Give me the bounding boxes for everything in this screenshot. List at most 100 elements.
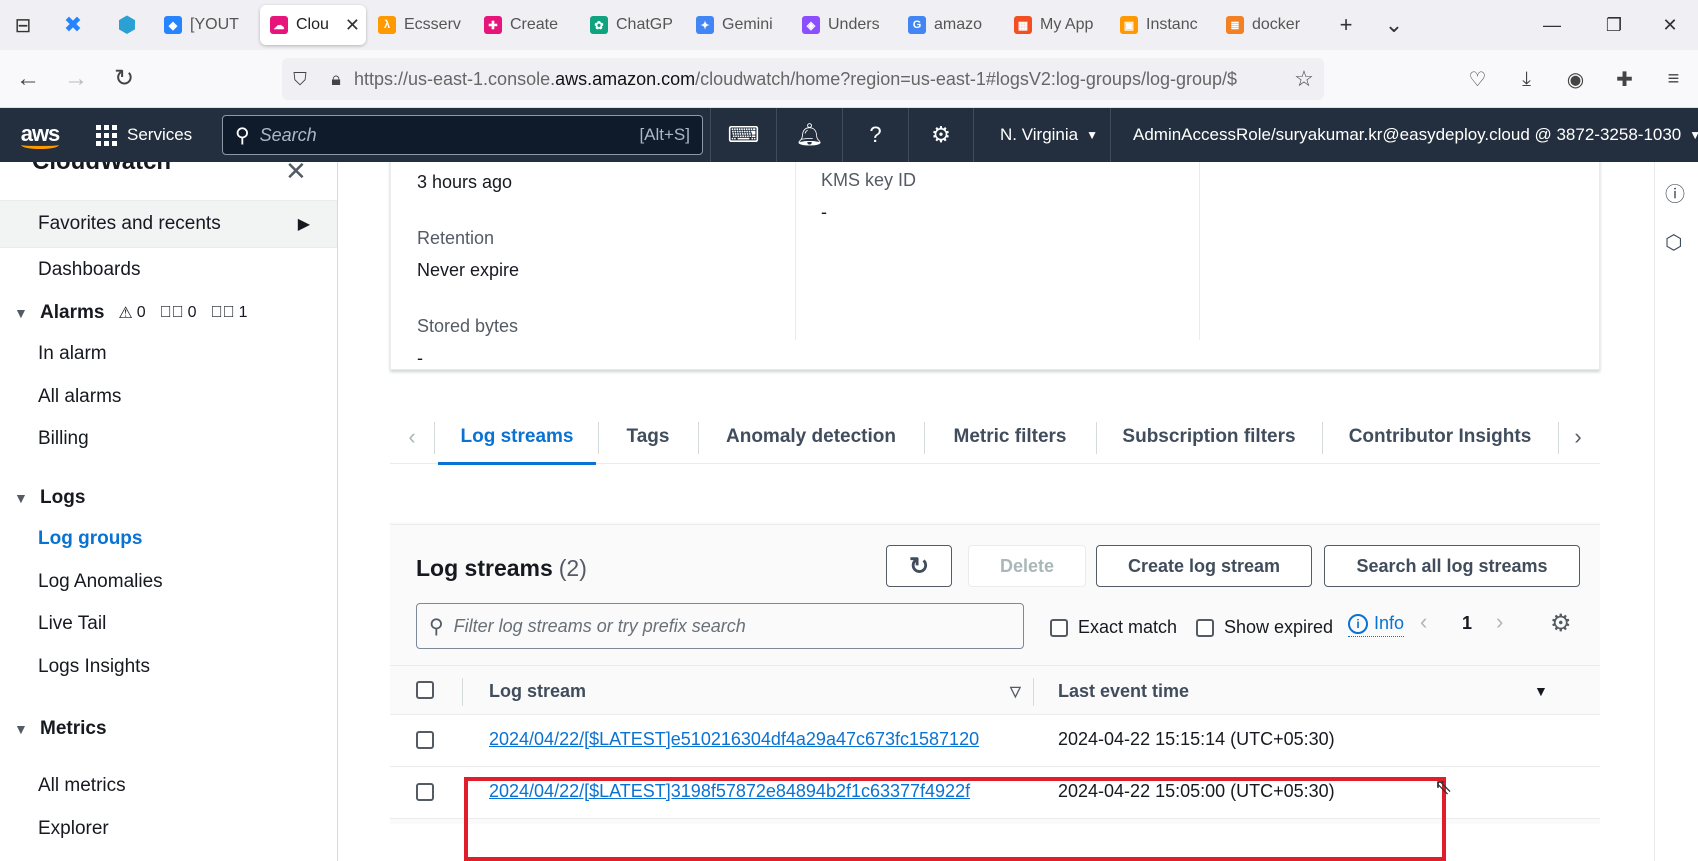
close-tab-icon[interactable]: ✕ — [345, 15, 360, 36]
tab-subscription-filters[interactable]: Subscription filters — [1098, 410, 1320, 464]
current-page-number[interactable]: 1 — [1462, 613, 1472, 634]
new-tab-button[interactable]: + — [1320, 0, 1372, 50]
browser-tab[interactable]: ☁ Clou ✕ — [260, 5, 366, 45]
browser-tab[interactable]: λ Ecsserv — [368, 5, 472, 45]
exact-match-checkbox[interactable]: Exact match — [1050, 617, 1177, 638]
aws-logo[interactable]: aws — [0, 108, 80, 162]
tab-contributor-insights[interactable]: Contributor Insights — [1324, 410, 1556, 464]
tab-favicon-icon: ◆ — [164, 16, 182, 34]
sidebar-section-alarms[interactable]: ▼ Alarms ⚠ 0 ✓⃝ 0 ⋯⃝ 1 — [14, 302, 247, 324]
prev-page-icon[interactable]: ‹ — [1420, 609, 1427, 635]
show-expired-checkbox[interactable]: Show expired — [1196, 617, 1333, 638]
search-all-log-streams-button[interactable]: Search all log streams — [1324, 545, 1580, 587]
sorted-desc-icon[interactable]: ▼ — [1534, 666, 1548, 716]
info-link[interactable]: i Info — [1348, 613, 1405, 637]
sort-icon[interactable]: ▽ — [1010, 666, 1021, 716]
url-text[interactable]: https://us-east-1.console.aws.amazon.com… — [354, 69, 1284, 90]
minimize-button[interactable]: — — [1524, 0, 1580, 50]
table-preferences-gear-icon[interactable]: ⚙ — [1550, 609, 1572, 638]
log-stream-link[interactable]: 2024/04/22/[$LATEST]e510216304df4a29a47c… — [489, 729, 979, 750]
bookmark-star-icon[interactable]: ☆ — [1284, 66, 1324, 92]
services-menu-button[interactable]: Services — [80, 108, 208, 162]
tabs-scroll-left-icon[interactable]: ‹ — [390, 410, 434, 464]
aws-search-input[interactable]: ⚲ Search [Alt+S] — [222, 115, 703, 155]
sidebar-item-live-tail[interactable]: Live Tail — [38, 613, 106, 635]
browser-tab[interactable]: ◆ [YOUT — [154, 5, 258, 45]
tab-overview-icon[interactable]: ⊟ — [0, 0, 46, 50]
reload-button[interactable]: ↻ — [100, 50, 148, 108]
browser-tab[interactable]: ✚ Create — [474, 5, 578, 45]
notifications-bell-icon[interactable]: 🔔︎ — [776, 108, 842, 162]
extensions-icon[interactable]: ✚ — [1600, 50, 1649, 108]
help-icon[interactable]: ? — [842, 108, 908, 162]
tab-list-dropdown-icon[interactable]: ⌄ — [1372, 0, 1416, 50]
column-divider — [1199, 162, 1200, 340]
created-value: 3 hours ago — [417, 172, 513, 192]
browser-tab-strip: ⊟ ✖ ⬢ ◆ [YOUT ☁ Clou ✕ λ Ecsserv ✚ Create ✿ ChatGP… — [0, 0, 1698, 50]
region-selector[interactable]: N. Virginia ▼ — [988, 108, 1110, 162]
sidebar-item-all-alarms[interactable]: All alarms — [38, 386, 121, 408]
browser-tab[interactable]: ▣ Instanc — [1110, 5, 1214, 45]
next-page-icon[interactable]: › — [1496, 609, 1503, 635]
exact-match-checkbox-box[interactable] — [1050, 618, 1068, 637]
cloudwatch-sidebar: CloudWatch ✕ Favorites and recents ▶ Das… — [0, 162, 338, 861]
sidebar-item-dashboards[interactable]: Dashboards — [38, 259, 140, 281]
restore-button[interactable]: ❐ — [1586, 0, 1642, 50]
tools-panel-icon[interactable]: ⬡ — [1665, 230, 1682, 255]
settings-gear-icon[interactable]: ⚙ — [908, 108, 974, 162]
tracking-shield-icon[interactable]: ⛉ — [282, 69, 318, 90]
log-stream-filter-input[interactable]: ⚲ Filter log streams or try prefix searc… — [416, 603, 1024, 649]
row-checkbox[interactable] — [416, 783, 434, 801]
row-checkbox[interactable] — [416, 731, 434, 749]
lock-icon[interactable]: 🔒︎ — [318, 69, 354, 90]
tab-log-streams[interactable]: Log streams — [438, 410, 596, 465]
sidebar-item-logs-insights[interactable]: Logs Insights — [38, 656, 150, 678]
menu-icon[interactable]: ≡ — [1649, 50, 1698, 108]
tab-anomaly-detection[interactable]: Anomaly detection — [700, 410, 922, 464]
browser-tab[interactable]: ✦ Gemini — [686, 5, 790, 45]
sidebar-close-icon[interactable]: ✕ — [285, 162, 307, 187]
alarm-insufficient-badge[interactable]: ⋯⃝ 1 — [211, 304, 248, 322]
sidebar-section-metrics[interactable]: ▼ Metrics — [14, 718, 107, 740]
sidebar-item-log-groups[interactable]: Log groups — [38, 528, 142, 550]
delete-button[interactable]: Delete — [968, 545, 1086, 587]
favorites-and-recents[interactable]: Favorites and recents ▶ — [0, 200, 337, 248]
browser-tab[interactable]: ◈ Unders — [792, 5, 896, 45]
browser-tab[interactable]: Gamazo — [898, 5, 1002, 45]
refresh-button[interactable]: ↻ — [886, 545, 952, 587]
sidebar-section-logs[interactable]: ▼ Logs — [14, 487, 85, 509]
select-all-checkbox[interactable] — [416, 681, 434, 699]
sidebar-item-all-metrics[interactable]: All metrics — [38, 775, 126, 797]
column-header-log-stream[interactable]: Log stream — [489, 666, 586, 716]
column-header-last-event-time[interactable]: Last event time — [1058, 666, 1189, 716]
url-bar[interactable]: ⛉ 🔒︎ https://us-east-1.console.aws.amazo… — [282, 58, 1324, 100]
tab-tags[interactable]: Tags — [600, 410, 696, 464]
downloads-icon[interactable]: ⤓ — [1502, 50, 1551, 108]
sidebar-item-billing[interactable]: Billing — [38, 428, 89, 450]
account-menu[interactable]: AdminAccessRole/suryakumar.kr@easydeploy… — [1110, 108, 1698, 162]
sidebar-item-in-alarm[interactable]: In alarm — [38, 343, 107, 365]
pinned-tab-app-icon[interactable]: ⬢ — [100, 0, 154, 50]
tabs-scroll-right-icon[interactable]: › — [1556, 410, 1600, 464]
aws-logo-smile — [21, 141, 59, 149]
pocket-icon[interactable]: ♡ — [1453, 50, 1502, 108]
close-window-button[interactable]: ✕ — [1642, 0, 1698, 50]
sidebar-item-explorer[interactable]: Explorer — [38, 818, 109, 840]
tab-label: ChatGP — [616, 16, 673, 33]
cloudshell-icon[interactable]: ⌨ — [710, 108, 776, 162]
pinned-tab-confluence-icon[interactable]: ✖ — [46, 0, 100, 50]
create-log-stream-button[interactable]: Create log stream — [1096, 545, 1312, 587]
back-button[interactable]: ← — [4, 50, 52, 108]
forward-button[interactable]: → — [52, 50, 100, 108]
browser-tab[interactable]: ✿ ChatGP — [580, 5, 684, 45]
sidebar-item-log-anomalies[interactable]: Log Anomalies — [38, 571, 163, 593]
show-expired-checkbox-box[interactable] — [1196, 618, 1214, 637]
account-icon[interactable]: ◉ — [1551, 50, 1600, 108]
tab-divider — [698, 422, 699, 454]
alarm-ok-badge[interactable]: ✓⃝ 0 — [160, 304, 197, 322]
tab-metric-filters[interactable]: Metric filters — [926, 410, 1094, 464]
alarm-warning-badge[interactable]: ⚠ 0 — [118, 303, 145, 323]
browser-tab[interactable]: ▦ My App — [1004, 5, 1108, 45]
info-panel-icon[interactable]: ⓘ — [1665, 178, 1685, 207]
browser-tab[interactable]: ≣ docker — [1216, 5, 1320, 45]
